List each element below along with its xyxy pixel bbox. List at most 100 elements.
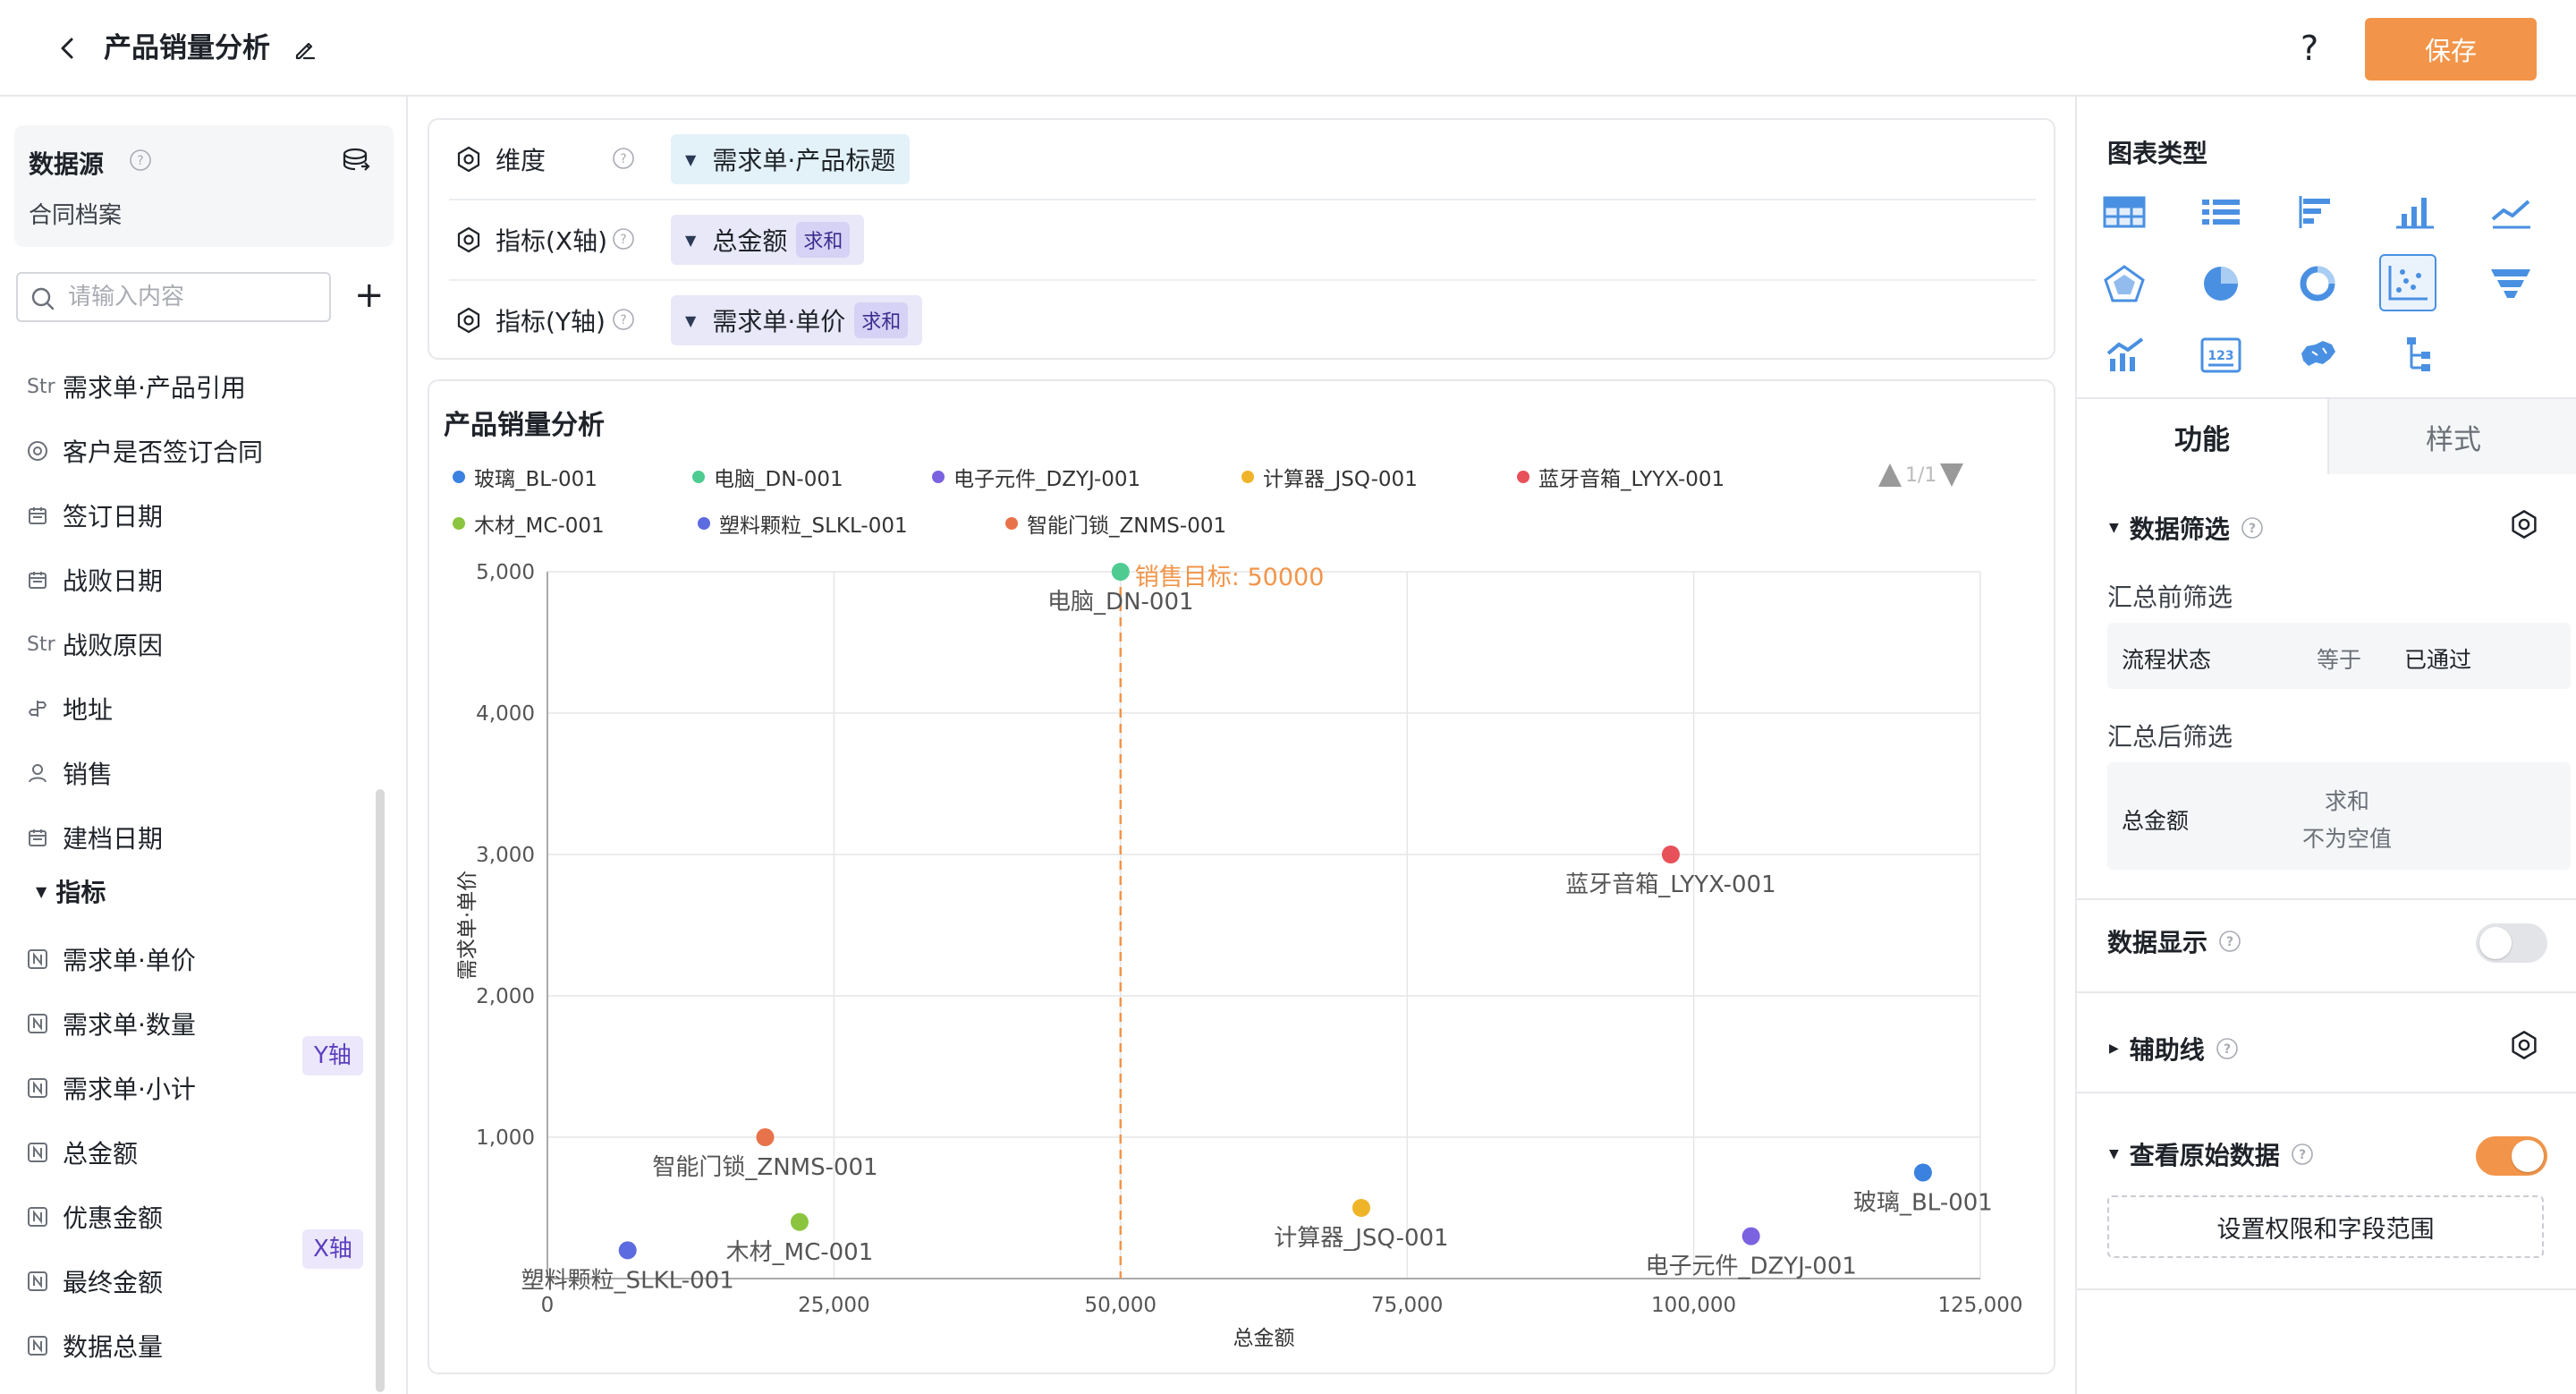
donut-icon[interactable] xyxy=(2288,254,2347,313)
metric-item[interactable]: 总金额 xyxy=(27,1133,138,1172)
y-tick-label: 5,000 xyxy=(476,561,535,584)
back-arrow-icon[interactable] xyxy=(52,32,84,64)
tab-function[interactable]: 功能 xyxy=(2077,399,2327,474)
number-type-icon xyxy=(27,1271,57,1292)
tree-icon[interactable] xyxy=(2385,326,2444,385)
pre-filter-condition[interactable]: 流程状态 等于 已通过 xyxy=(2107,623,2571,689)
chart-type-title: 图表类型 xyxy=(2107,139,2208,168)
data-display-toggle[interactable] xyxy=(2476,923,2547,963)
post-filter-condition[interactable]: 总金额 求和 不为空值 xyxy=(2107,762,2571,870)
page-title: 产品销量分析 xyxy=(104,32,270,64)
question-circle-icon[interactable]: ? xyxy=(612,308,635,331)
set-permission-button[interactable]: 设置权限和字段范围 xyxy=(2107,1195,2544,1258)
question-circle-icon[interactable]: ? xyxy=(612,147,635,170)
metric-item[interactable]: 数据总量 xyxy=(27,1326,163,1365)
metrics-section-header[interactable]: ▼ 指标 xyxy=(36,873,106,909)
field-item[interactable]: 建档日期 xyxy=(27,818,163,857)
search-icon xyxy=(31,287,55,310)
scatter-point xyxy=(790,1212,809,1231)
number-type-icon xyxy=(27,1335,57,1356)
scatter-point xyxy=(1661,846,1680,863)
table-icon[interactable] xyxy=(2095,183,2154,242)
metric-item[interactable]: 需求单·单价 xyxy=(27,939,196,979)
svg-text:?: ? xyxy=(2224,1042,2231,1057)
y-axis-chip[interactable]: ▼ 需求单·单价 求和 xyxy=(671,295,923,345)
list-icon[interactable] xyxy=(2191,183,2250,242)
aux-line-header[interactable]: ▶ 辅助线 ? xyxy=(2109,1031,2239,1067)
x-axis-title: 总金额 xyxy=(1233,1327,1295,1350)
question-circle-icon[interactable]: ? xyxy=(2291,1143,2314,1166)
funnel-icon[interactable] xyxy=(2481,254,2540,313)
caret-down-icon: ▼ xyxy=(2109,521,2119,535)
svg-text:?: ? xyxy=(620,313,626,327)
metric-item[interactable]: 最终金额 xyxy=(27,1262,163,1301)
help-icon[interactable]: ? xyxy=(2301,30,2318,66)
metric-item[interactable]: 需求单·小计 xyxy=(27,1068,196,1108)
aggregation-badge: 求和 xyxy=(854,302,909,338)
field-item[interactable]: 战败日期 xyxy=(27,560,163,599)
question-circle-icon[interactable]: ? xyxy=(612,227,635,251)
right-settings-panel: 图表类型 123 功能 样式 ▼ 数据筛选 ? 汇总前筛选 流程状态 等于 已通… xyxy=(2075,97,2576,1394)
radar-icon[interactable] xyxy=(2095,254,2154,313)
metric-item[interactable]: 需求单·数量 xyxy=(27,1004,196,1043)
y-axis-row: 指标(Y轴) ? ▼ 需求单·单价 求和 xyxy=(449,281,2036,361)
point-label: 玻璃_BL-001 xyxy=(1853,1190,1993,1217)
metrics-section-title: 指标 xyxy=(55,878,106,907)
reference-line-label: 销售目标: 50000 xyxy=(1135,564,1325,591)
gear-icon[interactable] xyxy=(454,306,483,335)
field-label: 战败日期 xyxy=(63,566,164,596)
question-circle-icon[interactable]: ? xyxy=(2241,516,2264,540)
metric-label: 最终金额 xyxy=(63,1268,164,1297)
edit-pencil-icon[interactable] xyxy=(292,36,318,63)
settings-tabs: 功能 样式 xyxy=(2077,397,2576,474)
raw-data-header[interactable]: ▼ 查看原始数据 ? xyxy=(2109,1136,2314,1172)
sidebar-scrollbar[interactable] xyxy=(376,789,385,1392)
question-circle-icon[interactable]: ? xyxy=(129,149,152,172)
field-item[interactable]: 地址 xyxy=(27,689,113,728)
question-circle-icon[interactable]: ? xyxy=(2216,1037,2239,1060)
field-item[interactable]: 签订日期 xyxy=(27,496,163,535)
gear-icon[interactable] xyxy=(454,145,483,174)
data-filter-title: 数据筛选 xyxy=(2129,514,2230,544)
raw-data-toggle[interactable] xyxy=(2476,1136,2547,1176)
map-icon[interactable] xyxy=(2288,326,2347,385)
metric-item[interactable]: 优惠金额 xyxy=(27,1197,163,1237)
question-circle-icon[interactable]: ? xyxy=(2218,930,2241,953)
number-card-icon[interactable]: 123 xyxy=(2191,326,2250,385)
search-input[interactable] xyxy=(68,279,318,315)
y-tick-label: 4,000 xyxy=(476,702,535,726)
pie-icon[interactable] xyxy=(2191,254,2250,313)
y-axis-field: 需求单·单价 xyxy=(712,307,846,336)
field-item[interactable]: 销售 xyxy=(27,753,113,793)
field-label: 销售 xyxy=(63,760,114,789)
scatter-icon[interactable] xyxy=(2379,254,2436,311)
gear-icon[interactable] xyxy=(2508,1029,2540,1061)
field-item[interactable]: Str 战败原因 xyxy=(27,625,163,664)
data-filter-header[interactable]: ▼ 数据筛选 ? xyxy=(2109,510,2264,546)
post-filter-label: 汇总后筛选 xyxy=(2107,722,2233,752)
field-item[interactable]: 客户是否签订合同 xyxy=(27,431,263,471)
gear-icon[interactable] xyxy=(454,225,483,254)
scatter-point xyxy=(1352,1199,1370,1217)
y-tick-label: 3,000 xyxy=(476,844,535,867)
tab-style[interactable]: 样式 xyxy=(2327,399,2576,474)
field-item[interactable]: Str 需求单·产品引用 xyxy=(27,367,246,406)
combo-icon[interactable] xyxy=(2095,326,2154,385)
gear-icon[interactable] xyxy=(2508,508,2540,540)
add-field-button[interactable]: + xyxy=(354,276,385,315)
toggle-knob xyxy=(2512,1140,2544,1172)
caret-down-icon: ▼ xyxy=(685,150,697,168)
bar-horizontal-icon[interactable] xyxy=(2288,183,2347,242)
chart-config-panel: 维度 ? ▼ 需求单·产品标题 指标(X轴) ? ▼ 总金额 求和 指标(Y轴)… xyxy=(428,118,2055,360)
save-button[interactable]: 保存 xyxy=(2365,18,2537,81)
line-icon[interactable] xyxy=(2481,183,2540,242)
scatter-point xyxy=(1741,1227,1760,1245)
x-axis-chip[interactable]: ▼ 总金额 求和 xyxy=(671,215,865,265)
bar-icon[interactable] xyxy=(2385,183,2444,242)
x-tick-label: 25,000 xyxy=(798,1294,869,1317)
dimension-label: 维度 xyxy=(496,146,547,175)
database-switch-icon[interactable] xyxy=(342,147,372,174)
dimension-chip[interactable]: ▼ 需求单·产品标题 xyxy=(671,134,911,184)
field-search-box[interactable] xyxy=(16,272,331,322)
svg-text:?: ? xyxy=(137,154,143,168)
